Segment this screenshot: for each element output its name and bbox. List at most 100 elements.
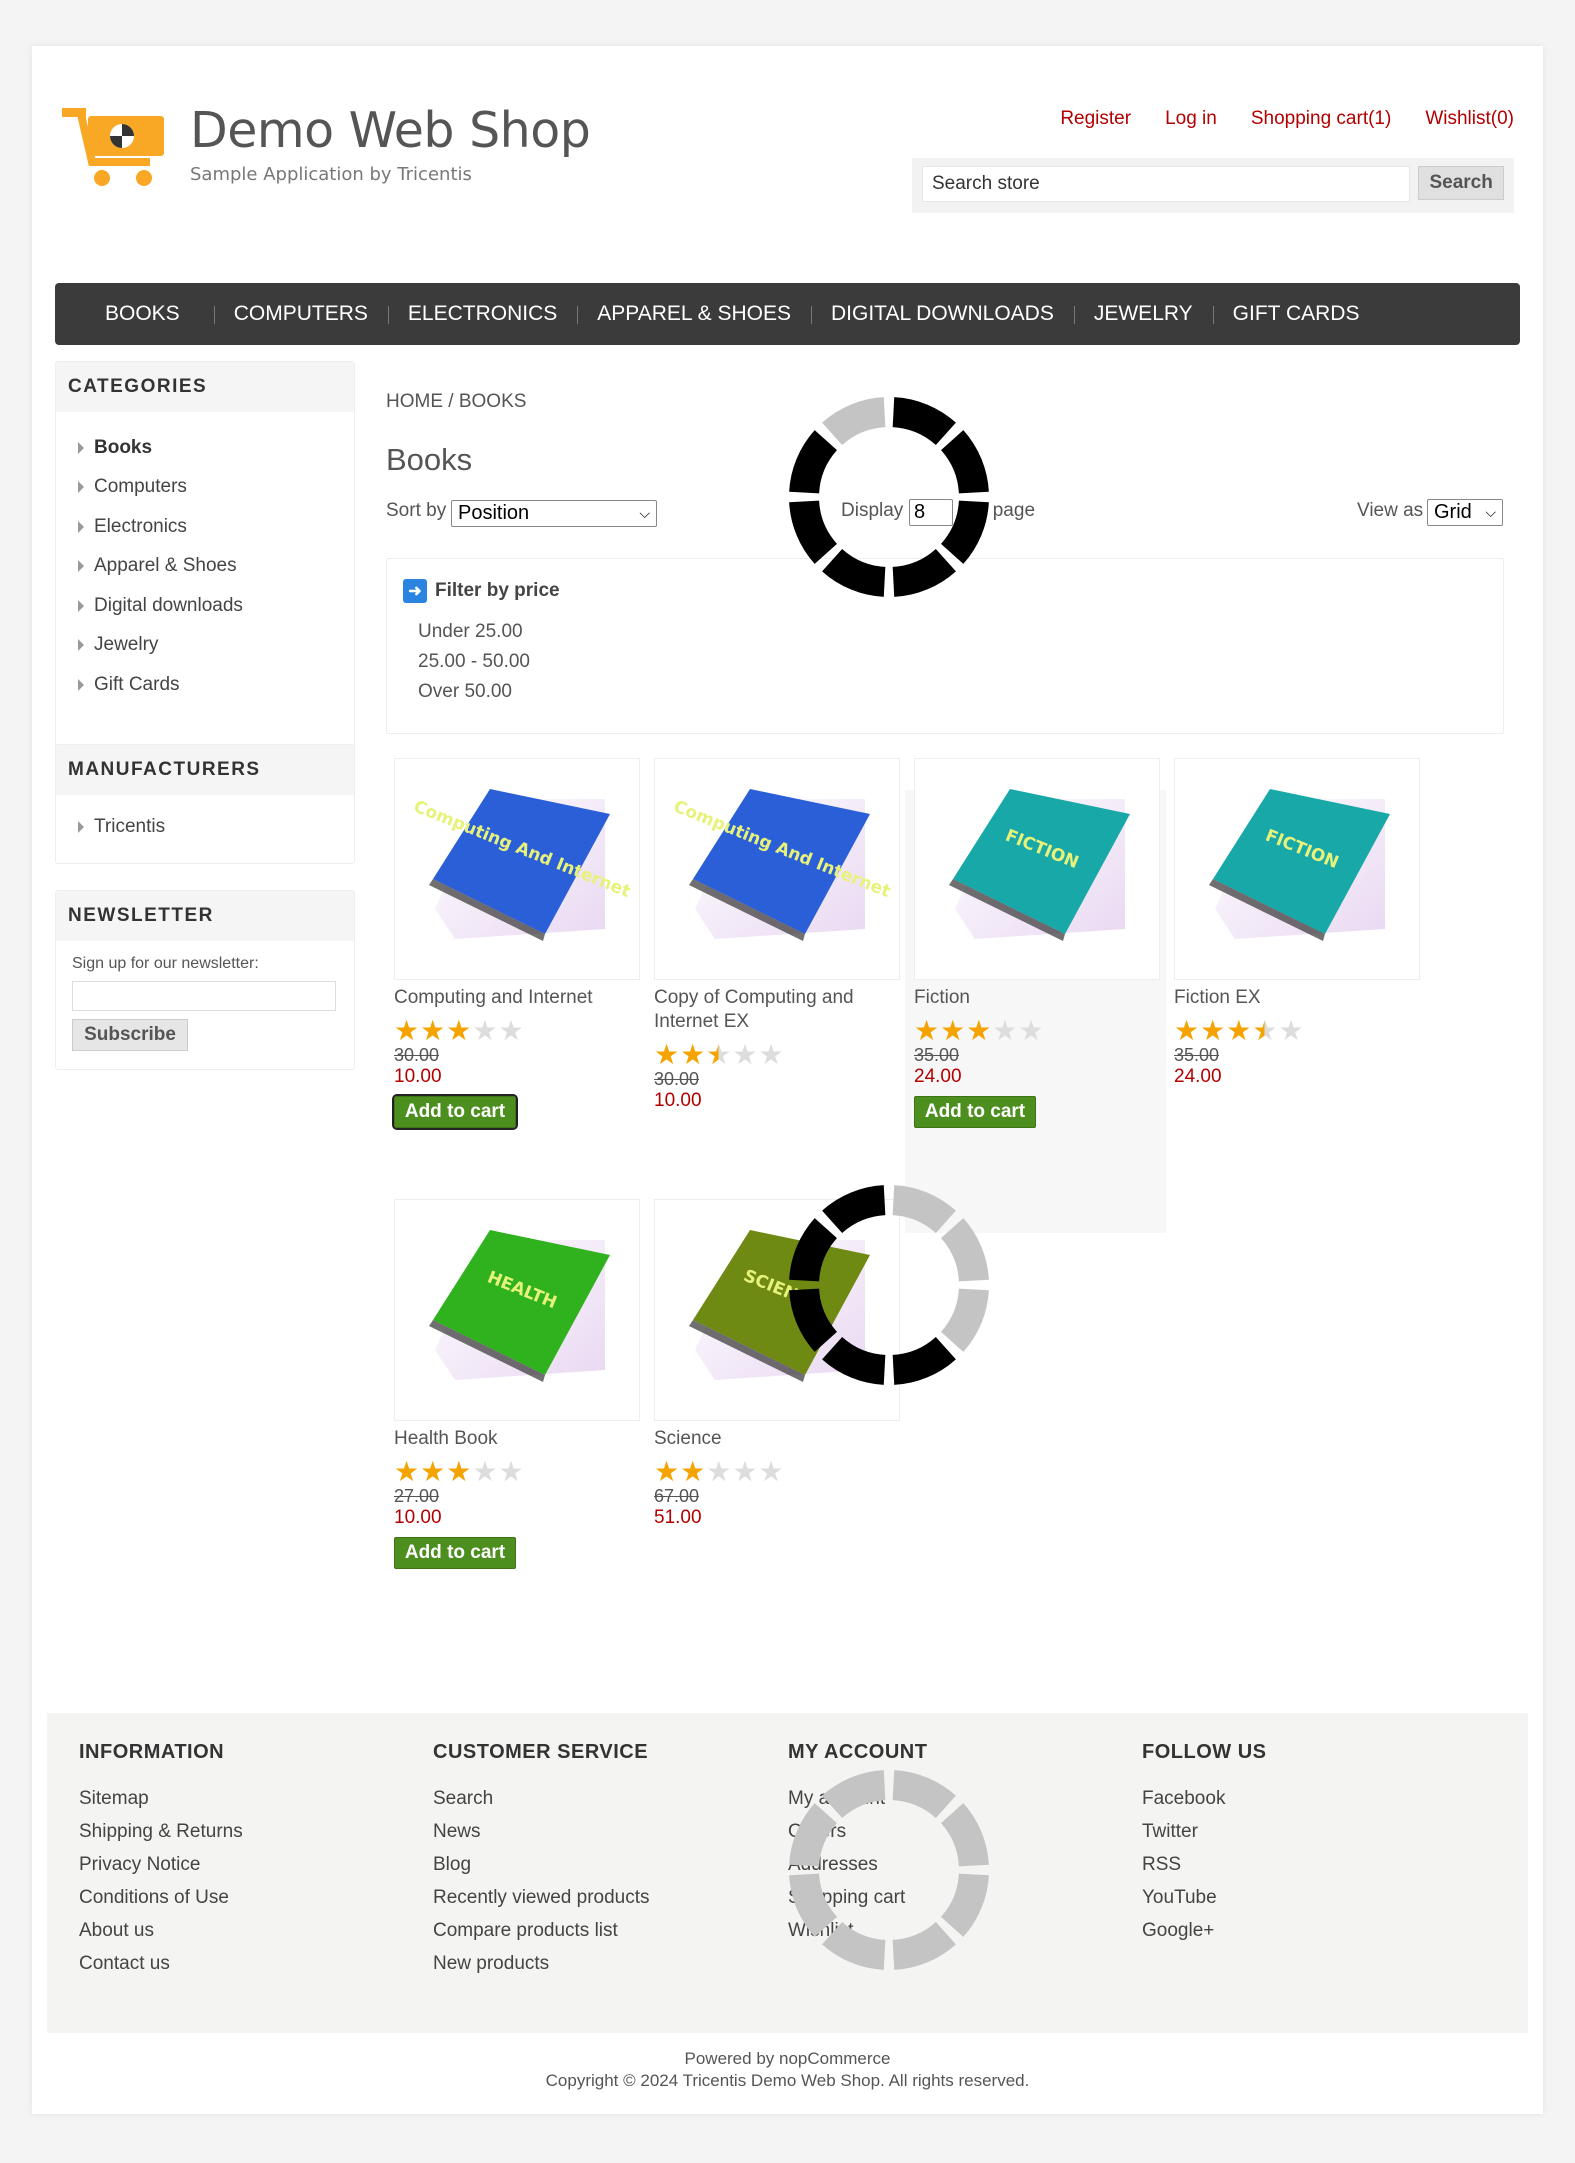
menu-item-digital-downloads[interactable]: DIGITAL DOWNLOADS: [811, 302, 1074, 326]
category-gift-cards[interactable]: Gift Cards: [78, 665, 354, 705]
footer-link[interactable]: Search: [433, 1782, 773, 1815]
star-icon: ★: [420, 1456, 446, 1487]
login-link[interactable]: Log in: [1165, 108, 1217, 130]
filter-option[interactable]: Over 50.00: [418, 677, 530, 707]
breadcrumb-current: BOOKS: [458, 391, 527, 412]
search-button[interactable]: Search: [1418, 166, 1504, 200]
footer-link[interactable]: Facebook: [1142, 1782, 1482, 1815]
filter-option[interactable]: 25.00 - 50.00: [418, 647, 530, 677]
book-cover-icon: HEALTH: [429, 1230, 610, 1382]
actual-price: 24.00: [914, 1066, 962, 1087]
footer-link[interactable]: Twitter: [1142, 1815, 1482, 1848]
cart-logo-icon[interactable]: [62, 102, 172, 192]
product-title[interactable]: Copy of Computing and Internet EX: [654, 986, 900, 1034]
product-title[interactable]: Fiction: [914, 986, 1160, 1010]
newsletter-label: Sign up for our newsletter:: [72, 955, 259, 972]
actual-price: 10.00: [394, 1066, 442, 1087]
star-icon: ★: [914, 1015, 940, 1046]
old-price: 27.00: [394, 1486, 440, 1506]
footer-link[interactable]: Recently viewed products: [433, 1881, 773, 1914]
product-image[interactable]: Computing And Internet: [654, 758, 900, 980]
footer-link[interactable]: Blog: [433, 1848, 773, 1881]
category-digital-downloads[interactable]: Digital downloads: [78, 586, 354, 626]
menu-item-apparel-shoes[interactable]: APPAREL & SHOES: [577, 302, 811, 326]
product-rating: ★ ★ ★ ★ ★: [1174, 1015, 1420, 1046]
subscribe-button[interactable]: Subscribe: [72, 1019, 188, 1051]
powered-by: Powered by nopCommerce: [684, 2049, 891, 2068]
product-title[interactable]: Health Book: [394, 1427, 640, 1451]
arrow-right-icon: ➜: [403, 579, 427, 603]
category-jewelry[interactable]: Jewelry: [78, 626, 354, 666]
arrow-right-icon: [78, 678, 84, 691]
footer-link[interactable]: Google+: [1142, 1914, 1482, 1947]
footer-link[interactable]: RSS: [1142, 1848, 1482, 1881]
add-to-cart-button[interactable]: Add to cart: [394, 1537, 516, 1569]
register-link[interactable]: Register: [1060, 108, 1131, 130]
footer-link[interactable]: Shipping & Returns: [79, 1815, 419, 1848]
categories-title: CATEGORIES: [56, 362, 354, 412]
menu-item-electronics[interactable]: ELECTRONICS: [387, 302, 577, 326]
footer-link[interactable]: New products: [433, 1947, 773, 1980]
menu-item-gift-cards[interactable]: GIFT CARDS: [1212, 302, 1380, 326]
newsletter-email-input[interactable]: [72, 981, 336, 1011]
filter-options: Under 25.00 25.00 - 50.00 Over 50.00: [418, 617, 530, 707]
wishlist-link[interactable]: Wishlist(0): [1425, 108, 1514, 130]
view-value: Grid: [1434, 501, 1472, 523]
category-label: Computers: [94, 476, 187, 498]
spinner-segment: [822, 1337, 886, 1385]
shopping-cart-link[interactable]: Shopping cart(1): [1251, 108, 1391, 130]
footer-link[interactable]: Contact us: [79, 1947, 419, 1980]
filter-option[interactable]: Under 25.00: [418, 617, 530, 647]
footer-link[interactable]: Privacy Notice: [79, 1848, 419, 1881]
product-image[interactable]: Computing And Internet: [394, 758, 640, 980]
footer-link[interactable]: Conditions of Use: [79, 1881, 419, 1914]
category-label: Gift Cards: [94, 673, 180, 695]
old-price: 35.00: [1174, 1045, 1220, 1065]
menu-item-jewelry[interactable]: JEWELRY: [1073, 302, 1213, 326]
product-image[interactable]: HEALTH: [394, 1199, 640, 1421]
chevron-down-icon: ⌵: [1485, 504, 1496, 520]
footer-column-customer-service: CUSTOMER SERVICE Search News Blog Recent…: [433, 1741, 773, 1980]
loading-spinner-icon: [789, 1185, 989, 1385]
arrow-right-icon: [78, 560, 84, 573]
category-electronics[interactable]: Electronics: [78, 507, 354, 547]
product-image[interactable]: FICTION: [1174, 758, 1420, 980]
add-to-cart-button[interactable]: Add to cart: [914, 1096, 1036, 1128]
product-title[interactable]: Computing and Internet: [394, 986, 640, 1010]
view-select[interactable]: Grid ⌵: [1427, 499, 1503, 526]
sort-label: Sort by: [386, 500, 447, 521]
category-books[interactable]: Books: [78, 428, 354, 468]
manufacturer-tricentis[interactable]: Tricentis: [78, 807, 354, 847]
star-icon: ★: [732, 1456, 758, 1487]
star-icon: ★: [1252, 1015, 1278, 1046]
menu-item-books[interactable]: BOOKS: [83, 302, 214, 326]
category-apparel-shoes[interactable]: Apparel & Shoes: [78, 547, 354, 587]
old-price: 30.00: [654, 1069, 700, 1089]
footer-link[interactable]: News: [433, 1815, 773, 1848]
product-image[interactable]: FICTION: [914, 758, 1160, 980]
footer-link[interactable]: YouTube: [1142, 1881, 1482, 1914]
search-input[interactable]: Search store: [922, 166, 1411, 202]
old-price: 67.00: [654, 1486, 700, 1506]
product-title[interactable]: Fiction EX: [1174, 986, 1420, 1010]
footer-link[interactable]: Compare products list: [433, 1914, 773, 1947]
category-computers[interactable]: Computers: [78, 468, 354, 508]
footer-link[interactable]: Sitemap: [79, 1782, 419, 1815]
star-icon: ★: [446, 1456, 472, 1487]
menu-item-computers[interactable]: COMPUTERS: [213, 302, 388, 326]
star-icon: ★: [654, 1456, 680, 1487]
breadcrumb-home[interactable]: HOME: [386, 391, 443, 412]
book-cover-icon: FICTION: [1209, 789, 1390, 941]
page: Demo Web Shop Sample Application by Tric…: [32, 46, 1543, 2114]
star-icon: ★: [472, 1015, 498, 1046]
product-rating: ★ ★ ★ ★ ★: [654, 1041, 900, 1069]
logo-title[interactable]: Demo Web Shop: [190, 102, 591, 159]
star-icon: ★: [940, 1015, 966, 1046]
spinner-segment: [822, 1922, 886, 1970]
product-title[interactable]: Science: [654, 1427, 900, 1451]
categories-block: CATEGORIES Books Computers Electronics A…: [55, 361, 355, 766]
arrow-right-icon: [78, 639, 84, 652]
footer-link[interactable]: About us: [79, 1914, 419, 1947]
sort-select[interactable]: Position ⌵: [451, 500, 657, 527]
add-to-cart-button[interactable]: Add to cart: [392, 1094, 518, 1130]
